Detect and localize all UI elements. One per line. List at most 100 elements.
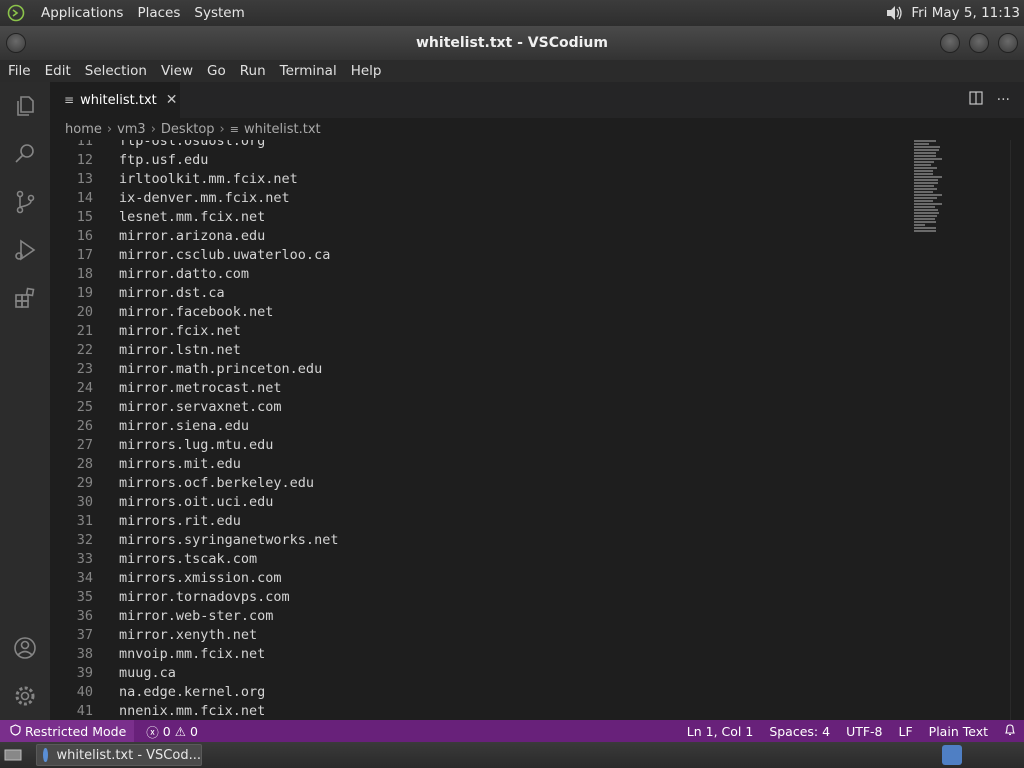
window-titlebar[interactable]: whitelist.txt - VSCodium	[0, 26, 1024, 60]
minimap-line	[914, 143, 929, 145]
shield-icon	[10, 723, 21, 739]
places-menu[interactable]: Places	[130, 5, 187, 21]
extensions-icon[interactable]	[0, 274, 50, 322]
code-line: 31 mirrors.rit.edu	[50, 512, 910, 531]
line-number: 28	[76, 456, 93, 472]
close-icon[interactable]: ✕	[166, 92, 178, 108]
source-control-icon[interactable]	[0, 178, 50, 226]
gnome-logo-icon[interactable]	[5, 2, 27, 24]
window-title: whitelist.txt - VSCodium	[416, 35, 608, 51]
minimap-line	[914, 218, 935, 220]
line-text: mirrors.mit.edu	[119, 456, 241, 472]
minimap-line	[914, 203, 942, 205]
menu-help[interactable]: Help	[344, 63, 389, 79]
minimap-line	[914, 170, 933, 172]
line-number: 38	[76, 646, 93, 662]
minimap-line	[914, 164, 931, 166]
breadcrumb-file[interactable]: whitelist.txt	[244, 122, 321, 137]
minimap-line	[914, 146, 940, 148]
file-lines-icon: ≡	[229, 122, 239, 136]
code-line: 22 mirror.lstn.net	[50, 341, 910, 360]
show-desktop-icon[interactable]	[2, 745, 24, 765]
menu-edit[interactable]: Edit	[38, 63, 78, 79]
line-text: mirror.metrocast.net	[119, 380, 282, 396]
minimap-line	[914, 221, 936, 223]
split-editor-icon[interactable]	[969, 91, 983, 109]
breadcrumb-desktop[interactable]: Desktop	[161, 122, 215, 137]
line-text: mirror.csclub.uwaterloo.ca	[119, 247, 331, 263]
line-text: lesnet.mm.fcix.net	[119, 209, 266, 225]
line-number: 19	[76, 285, 93, 301]
settings-gear-icon[interactable]	[0, 672, 50, 720]
line-number: 25	[76, 399, 93, 415]
code-line: 21 mirror.fcix.net	[50, 322, 910, 341]
menu-selection[interactable]: Selection	[78, 63, 154, 79]
minimap-line	[914, 197, 937, 199]
maximize-button[interactable]	[969, 33, 989, 53]
system-menu[interactable]: System	[187, 5, 251, 21]
top-panel: Applications Places System Fri May 5, 11…	[0, 0, 1024, 26]
run-debug-icon[interactable]	[0, 226, 50, 274]
line-text: mirror.servaxnet.com	[119, 399, 282, 415]
menu-view[interactable]: View	[154, 63, 200, 79]
account-icon[interactable]	[0, 624, 50, 672]
volume-icon[interactable]	[881, 3, 907, 23]
more-actions-icon[interactable]: ···	[997, 92, 1010, 108]
line-text: ftp.usf.edu	[119, 152, 209, 168]
code-line: 11 ftp-osl.osuosl.org	[50, 140, 910, 151]
language-mode[interactable]: Plain Text	[921, 724, 996, 739]
code-line: 41 nnenix.mm.fcix.net	[50, 702, 910, 720]
menu-run[interactable]: Run	[233, 63, 273, 79]
minimap-line	[914, 194, 942, 196]
line-number: 33	[76, 551, 93, 567]
restricted-mode-label: Restricted Mode	[25, 723, 127, 739]
line-text: mirrors.syringanetworks.net	[119, 532, 339, 548]
minimap-line	[914, 206, 935, 208]
search-icon[interactable]	[0, 130, 50, 178]
window-menu-button[interactable]	[6, 33, 26, 53]
menu-file[interactable]: File	[0, 63, 38, 79]
code-line: 24 mirror.metrocast.net	[50, 379, 910, 398]
close-window-button[interactable]	[998, 33, 1018, 53]
line-text: mirror.xenyth.net	[119, 627, 258, 643]
explorer-icon[interactable]	[0, 82, 50, 130]
menu-terminal[interactable]: Terminal	[273, 63, 344, 79]
line-text: mirrors.ocf.berkeley.edu	[119, 475, 315, 491]
code-line: 33 mirrors.tscak.com	[50, 550, 910, 569]
line-text: mirrors.rit.edu	[119, 513, 241, 529]
line-text: mirror.facebook.net	[119, 304, 274, 320]
breadcrumb: home › vm3 › Desktop › ≡ whitelist.txt	[50, 118, 1024, 140]
code-line: 40 na.edge.kernel.org	[50, 683, 910, 702]
applications-menu[interactable]: Applications	[34, 5, 130, 21]
line-number: 17	[76, 247, 93, 263]
cursor-position[interactable]: Ln 1, Col 1	[679, 724, 762, 739]
editor-text-area[interactable]: 11 ftp-osl.osuosl.org 12 ftp.usf.edu 13 irlto…	[50, 140, 1010, 720]
problems-indicator[interactable]: ⓧ 0 ⚠ 0	[134, 722, 198, 741]
line-text: nnenix.mm.fcix.net	[119, 703, 266, 719]
line-text: mirror.math.princeton.edu	[119, 361, 323, 377]
menu-go[interactable]: Go	[200, 63, 233, 79]
breadcrumb-home[interactable]: home	[65, 122, 102, 137]
workspace-switcher-icon[interactable]	[942, 745, 962, 765]
editor-scrollbar[interactable]	[1010, 140, 1024, 720]
encoding[interactable]: UTF-8	[838, 724, 890, 739]
line-ending[interactable]: LF	[891, 724, 921, 739]
code-line: 18 mirror.datto.com	[50, 265, 910, 284]
code-line: 27 mirrors.lug.mtu.edu	[50, 436, 910, 455]
error-icon: ⓧ	[146, 724, 159, 740]
breadcrumb-vm3[interactable]: vm3	[117, 122, 146, 137]
minimize-button[interactable]	[940, 33, 960, 53]
indentation[interactable]: Spaces: 4	[761, 724, 838, 739]
minimap[interactable]	[914, 140, 944, 250]
line-number: 26	[76, 418, 93, 434]
clock[interactable]: Fri May 5, 11:13	[911, 5, 1024, 21]
restricted-mode-indicator[interactable]: Restricted Mode	[0, 720, 135, 742]
line-number: 16	[76, 228, 93, 244]
notifications-bell-icon[interactable]	[996, 723, 1024, 739]
tab-whitelist-txt[interactable]: ≡ whitelist.txt ✕	[50, 82, 180, 118]
taskbar-window-button[interactable]: whitelist.txt - VSCod...	[36, 744, 202, 766]
code-line: 25 mirror.servaxnet.com	[50, 398, 910, 417]
line-text: mirror.datto.com	[119, 266, 250, 282]
line-number: 14	[76, 190, 93, 206]
minimap-line	[914, 152, 936, 154]
